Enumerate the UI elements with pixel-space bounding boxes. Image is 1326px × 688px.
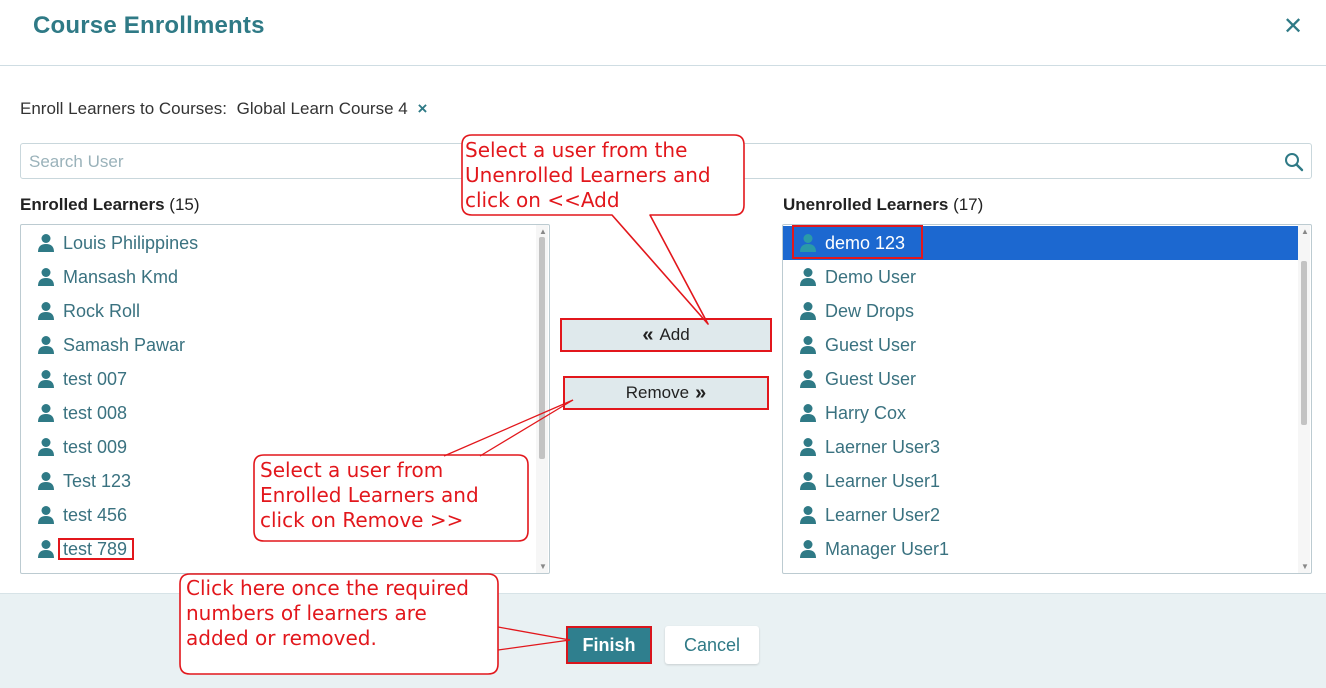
cancel-button[interactable]: Cancel [665, 626, 759, 664]
callout-line: Select a user from the [465, 138, 688, 162]
unenrolled-learners-title: Unenrolled Learners (17) [783, 195, 983, 215]
user-icon [38, 506, 54, 524]
callout-line: numbers of learners are [186, 601, 427, 625]
remove-course-icon[interactable]: × [417, 99, 427, 118]
user-icon [800, 540, 816, 558]
scroll-down-icon[interactable]: ▼ [539, 562, 547, 571]
user-icon [800, 336, 816, 354]
list-item[interactable]: Harry Cox [783, 396, 1299, 430]
callout-add-text: Select a user from the Unenrolled Learne… [465, 138, 711, 213]
remove-button[interactable]: Remove » [563, 376, 769, 410]
callout-line: Unenrolled Learners and [465, 163, 711, 187]
user-icon [800, 472, 816, 490]
user-icon [38, 302, 54, 320]
learner-name: Rock Roll [63, 300, 141, 321]
unenrolled-title-label: Unenrolled Learners [783, 195, 949, 214]
list-item[interactable]: Learner User1 [783, 464, 1299, 498]
learner-name: Harry Cox [825, 402, 907, 423]
list-item[interactable]: Dew Drops [783, 294, 1299, 328]
user-icon [38, 472, 54, 490]
enroll-courses-line: Enroll Learners to Courses: Global Learn… [20, 99, 427, 119]
callout-line: Click here once the required [186, 576, 469, 600]
scroll-down-icon[interactable]: ▼ [1301, 562, 1309, 571]
list-item[interactable]: test 008 [21, 396, 537, 430]
unenrolled-scrollbar[interactable]: ▲ ▼ [1298, 225, 1310, 573]
close-icon[interactable]: ✕ [1282, 14, 1304, 40]
add-button-label: Add [659, 325, 690, 344]
scroll-up-icon[interactable]: ▲ [1301, 227, 1309, 236]
callout-remove-text: Select a user from Enrolled Learners and… [260, 458, 479, 533]
callout-line: Enrolled Learners and [260, 483, 479, 507]
callout-line: Select a user from [260, 458, 444, 482]
user-icon [38, 336, 54, 354]
search-icon[interactable] [1284, 152, 1304, 172]
enrolled-scrollbar[interactable]: ▲ ▼ [536, 225, 548, 573]
double-chevron-right-icon: » [695, 382, 707, 404]
scroll-up-icon[interactable]: ▲ [539, 227, 547, 236]
user-icon [800, 404, 816, 422]
learner-name: Guest User [825, 334, 917, 355]
callout-line: click on <<Add [465, 188, 620, 212]
callout-finish-text: Click here once the required numbers of … [186, 576, 469, 651]
learner-name: Demo User [825, 266, 917, 287]
enroll-label: Enroll Learners to Courses: [20, 99, 227, 118]
user-icon [800, 302, 816, 320]
learner-name: Manager User1 [825, 538, 950, 559]
unenrolled-learners-list[interactable]: demo 123 Demo User Dew Drops Guest User Gues… [782, 224, 1312, 574]
learner-name: Guest User [825, 368, 917, 389]
user-icon [38, 540, 54, 558]
finish-button[interactable]: Finish [566, 626, 652, 664]
enrolled-count: (15) [169, 195, 200, 214]
list-item[interactable]: Samash Pawar [21, 328, 537, 362]
list-item[interactable]: Laerner User3 [783, 430, 1299, 464]
list-item[interactable]: Mansash Kmd [21, 260, 537, 294]
learner-name: Samash Pawar [63, 334, 186, 355]
learner-name: Louis Philippines [63, 232, 199, 253]
learner-name: Test 123 [63, 470, 132, 491]
user-icon [800, 438, 816, 456]
user-icon [38, 438, 54, 456]
learner-name: Learner User2 [825, 504, 941, 525]
list-item[interactable]: test 007 [21, 362, 537, 396]
learner-name: test 009 [63, 436, 128, 457]
remove-button-label: Remove [625, 383, 690, 402]
list-item[interactable]: Manager User1 [783, 532, 1299, 566]
learner-name: Laerner User3 [825, 436, 941, 457]
list-item[interactable]: Demo User [783, 260, 1299, 294]
list-item[interactable]: Rock Roll [21, 294, 537, 328]
dialog-header: Course Enrollments ✕ [0, 0, 1326, 66]
user-icon [38, 234, 54, 252]
course-name: Global Learn Course 4 [236, 99, 408, 118]
unenrolled-count: (17) [953, 195, 984, 214]
enrolled-title-label: Enrolled Learners [20, 195, 165, 214]
learner-name: test 007 [63, 368, 128, 389]
list-item[interactable]: Learner User2 [783, 498, 1299, 532]
learner-name: Dew Drops [825, 300, 915, 321]
scroll-thumb[interactable] [539, 237, 545, 459]
learner-name: test 008 [63, 402, 128, 423]
list-item[interactable]: Guest User [783, 328, 1299, 362]
user-icon [38, 404, 54, 422]
dialog-title: Course Enrollments [33, 12, 265, 39]
user-icon [800, 370, 816, 388]
learner-name: Mansash Kmd [63, 266, 179, 287]
enrolled-learners-title: Enrolled Learners (15) [20, 195, 200, 215]
callout-line: click on Remove >> [260, 508, 464, 532]
list-item[interactable]: Louis Philippines [21, 226, 537, 260]
user-icon [38, 370, 54, 388]
add-button[interactable]: « Add [560, 318, 772, 352]
highlight-test-789 [58, 538, 134, 560]
user-icon [800, 506, 816, 524]
learner-name: Learner User1 [825, 470, 941, 491]
scroll-thumb[interactable] [1301, 261, 1307, 425]
search-placeholder: Search User [29, 152, 124, 171]
highlight-demo-123 [792, 225, 923, 259]
list-item[interactable]: Guest User [783, 362, 1299, 396]
callout-line: added or removed. [186, 626, 377, 650]
double-chevron-left-icon: « [642, 324, 654, 346]
user-icon [800, 268, 816, 286]
user-icon [38, 268, 54, 286]
learner-name: test 456 [63, 504, 128, 525]
